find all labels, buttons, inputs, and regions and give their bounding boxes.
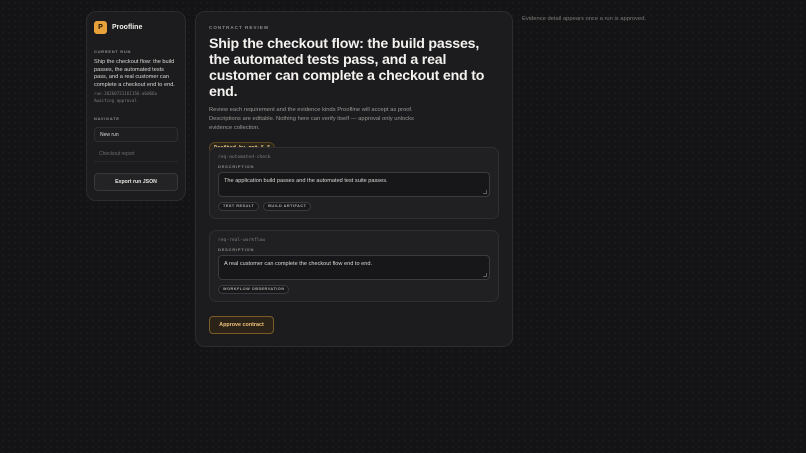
- requirement-card: req-automated-check DESCRIPTION The appl…: [209, 147, 499, 219]
- contract-review-eyebrow: CONTRACT REVIEW: [209, 25, 270, 30]
- requirement-card: req-real-workflow DESCRIPTION A real cus…: [209, 230, 499, 302]
- resize-handle-icon[interactable]: [483, 273, 487, 277]
- evidence-kind-badge: WORKFLOW OBSERVATION: [218, 285, 290, 294]
- requirement-id: req-real-workflow: [218, 238, 266, 243]
- evidence-kinds: TEST RESULT BUILD ARTIFACT: [218, 202, 490, 211]
- requirement-id: req-automated-check: [218, 155, 271, 160]
- nav-item-checkout-report[interactable]: Checkout report: [94, 147, 178, 162]
- requirement-description-field[interactable]: A real customer can complete the checkou…: [218, 255, 490, 280]
- current-run-status: Awaiting approval: [94, 98, 137, 103]
- evidence-kind-badge: TEST RESULT: [218, 202, 260, 211]
- evidence-detail-placeholder: Evidence detail appears once a run is ap…: [522, 16, 647, 22]
- proofline-logo-icon: P: [94, 20, 107, 34]
- requirement-description-field[interactable]: The application build passes and the aut…: [218, 172, 490, 197]
- contract-title: Ship the checkout flow: the build passes…: [209, 36, 485, 100]
- contract-review-panel: CONTRACT REVIEW Ship the checkout flow: …: [195, 11, 513, 347]
- approve-contract-button[interactable]: Approve contract: [209, 316, 274, 334]
- current-run-label: CURRENT RUN: [94, 49, 132, 54]
- description-label: DESCRIPTION: [218, 247, 255, 252]
- brand: P Proofline: [94, 20, 178, 34]
- current-run-title: Ship the checkout flow: the build passes…: [94, 59, 175, 88]
- navigate-label: NAVIGATE: [94, 116, 120, 121]
- resize-handle-icon[interactable]: [483, 190, 487, 194]
- evidence-kind-badge: BUILD ARTIFACT: [263, 202, 312, 211]
- requirement-description-text: The application build passes and the aut…: [224, 178, 388, 184]
- nav-item-new-run[interactable]: New run: [94, 127, 178, 142]
- evidence-kinds: WORKFLOW OBSERVATION: [218, 285, 490, 294]
- sidebar: P Proofline CURRENT RUN Ship the checkou…: [86, 11, 186, 201]
- current-run-id: run-20260721161156-a6d66a: [94, 91, 158, 96]
- contract-description: Review each requirement and the evidence…: [209, 107, 414, 132]
- export-run-json-button[interactable]: Export run JSON: [94, 173, 178, 191]
- requirement-description-text: A real customer can complete the checkou…: [224, 261, 373, 267]
- brand-name: Proofline: [112, 23, 143, 31]
- description-label: DESCRIPTION: [218, 164, 255, 169]
